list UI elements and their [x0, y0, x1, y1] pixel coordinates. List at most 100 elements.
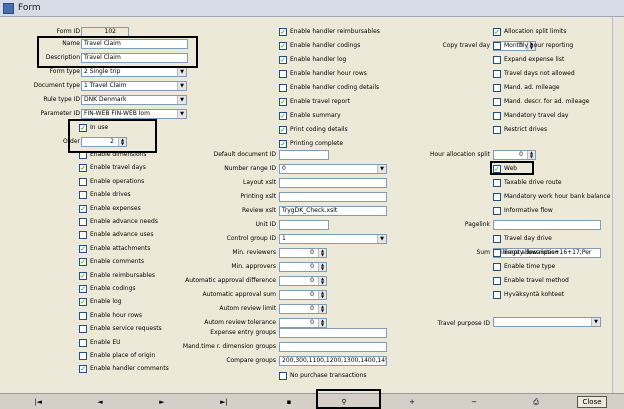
last-record-icon[interactable]: ►| [216, 396, 232, 408]
chevron-down-icon[interactable]: ▼ [177, 82, 186, 90]
review-xslt-field[interactable]: TrygDK_Check.xslt [279, 206, 387, 216]
min-approvers-stepper[interactable]: 0 ▲ ▼ [279, 262, 327, 272]
monthly-hour-reporting-checkbox[interactable]: Monthly hour reporting [493, 41, 573, 51]
hyv-ksynt-kohteet-label: Hyväksyntä kohteet [504, 291, 565, 298]
mand-ad-mileage-checkbox[interactable]: Mand. ad. mileage [493, 83, 560, 93]
enable-expenses-checkbox[interactable]: ✓ Enable expenses [79, 204, 141, 214]
print-coding-details-checkbox[interactable]: ✓ Print coding details [279, 125, 348, 135]
autom-review-tolerance-stepper[interactable]: 0 ▲ ▼ [279, 318, 327, 328]
save-icon[interactable]: ▪ [281, 396, 297, 408]
enable-advance-needs-checkbox[interactable]: Enable advance needs [79, 217, 158, 227]
auto-approval-sum-stepper[interactable]: 0 ▲ ▼ [279, 290, 327, 300]
spin-arrows-icon[interactable]: ▲ ▼ [318, 277, 326, 285]
vertical-scrollbar[interactable] [612, 17, 624, 393]
enable-advance-uses-checkbox[interactable]: Enable advance uses [79, 230, 154, 240]
restrict-drives-checkbox[interactable]: Restrict drives [493, 125, 547, 135]
pagelink-field[interactable] [493, 220, 601, 230]
autom-review-limit-stepper[interactable]: 0 ▲ ▼ [279, 304, 327, 314]
hour-allocation-split-stepper[interactable]: 0 ▲ ▼ [493, 150, 536, 160]
spin-arrows-icon[interactable]: ▲ ▼ [318, 305, 326, 313]
travel-days-not-allowed-checkbox[interactable]: Travel days not allowed [493, 69, 575, 79]
previous-record-icon[interactable]: ◄ [92, 396, 108, 408]
enable-travel-method-checkbox[interactable]: Enable travel method [493, 276, 569, 286]
autom-review-limit-value: 0 [310, 305, 314, 312]
enable-travel-days-checkbox[interactable]: ✓ Enable travel days [79, 163, 146, 173]
spin-arrows-icon[interactable]: ▲ ▼ [318, 249, 326, 257]
min-reviewers-value: 0 [310, 249, 314, 256]
enable-drives-checkbox[interactable]: Enable drives [79, 190, 131, 200]
close-button[interactable]: Close [577, 396, 607, 408]
empty-description-checkbox[interactable]: Empty description [493, 248, 559, 258]
chevron-down-icon[interactable]: ▼ [377, 235, 386, 243]
spin-arrows-icon[interactable]: ▲ ▼ [527, 151, 535, 159]
first-record-icon[interactable]: |◄ [30, 396, 46, 408]
enable-summary-checkbox[interactable]: ✓ Enable summary [279, 111, 341, 121]
number-range-id-select[interactable]: 0 ▼ [279, 164, 387, 174]
enable-place-of-origin-checkbox[interactable]: Enable place of origin [79, 351, 155, 361]
printing-complete-checkbox[interactable]: ✓ Printing complete [279, 139, 343, 149]
enable-handler-reimbursables-checkbox[interactable]: ✓ Enable handler reimbursables [279, 27, 380, 37]
hyv-ksynt-kohteet-checkbox[interactable]: Hyväksyntä kohteet [493, 290, 564, 300]
spin-arrows-icon[interactable]: ▲ ▼ [318, 263, 326, 271]
enable-log-checkbox[interactable]: ✓ Enable log [79, 297, 122, 307]
chevron-down-icon[interactable]: ▼ [177, 110, 186, 118]
printing-xslt-field[interactable] [279, 192, 387, 202]
document-type-select[interactable]: 1 Travel Claim ▼ [81, 81, 187, 91]
no-purchase-transactions-checkbox[interactable]: No purchase transactions [279, 371, 367, 381]
mandatory-travel-day-checkbox[interactable]: Mandatory travel day [493, 111, 568, 121]
mand-ad-mileage-label: Mand. ad. mileage [504, 84, 560, 91]
informative-flow-checkbox[interactable]: Informative flow [493, 206, 553, 216]
enable-advance-uses-label: Enable advance uses [90, 231, 154, 239]
auto-approval-diff-value: 0 [310, 277, 314, 284]
document-type-label: Document type [33, 82, 80, 89]
form-type-select[interactable]: 2 Single trip ▼ [81, 67, 187, 77]
travel-purpose-id-select[interactable]: ▼ [493, 317, 601, 327]
enable-travel-report-checkbox[interactable]: ✓ Enable travel report [279, 97, 350, 107]
enable-handler-log-checkbox[interactable]: ✓ Enable handler log [279, 55, 346, 65]
default-document-id-label: Default document ID [213, 151, 276, 158]
default-document-id-field[interactable] [279, 150, 329, 160]
next-record-icon[interactable]: ► [154, 396, 170, 408]
enable-eu-checkbox[interactable]: Enable EU [79, 338, 121, 348]
enable-reimbursables-checkbox[interactable]: ✓ Enable reimbursables [79, 271, 155, 281]
chevron-down-icon[interactable]: ▼ [177, 96, 186, 104]
chevron-down-icon[interactable]: ▼ [591, 318, 600, 326]
add-record-icon[interactable]: + [404, 396, 420, 408]
expand-expense-list-checkbox[interactable]: Expand expense list [493, 55, 564, 65]
chevron-down-icon[interactable]: ▼ [377, 165, 386, 173]
expense-entry-groups-field[interactable] [279, 328, 387, 338]
allocation-split-limits-checkbox[interactable]: ✓ Allocation split limits [493, 27, 566, 37]
chevron-down-icon[interactable]: ▼ [177, 68, 186, 76]
print-icon[interactable]: ⎙ [528, 396, 544, 408]
unit-id-field[interactable] [279, 220, 329, 230]
enable-handler-hour-rows-checkbox[interactable]: Enable handler hour rows [279, 69, 367, 79]
enable-operations-checkbox[interactable]: Enable operations [79, 177, 144, 187]
spin-arrows-icon[interactable]: ▲ ▼ [318, 319, 326, 327]
layout-xslt-field[interactable] [279, 178, 387, 188]
enable-codings-checkbox[interactable]: ✓ Enable codings [79, 284, 136, 294]
enable-comments-checkbox[interactable]: ✓ Enable comments [79, 257, 144, 267]
control-group-id-select[interactable]: 1 ▼ [279, 234, 387, 244]
checkmark-icon: ✓ [279, 98, 287, 106]
number-range-id-value: 0 [282, 165, 286, 172]
travel-day-drive-checkbox[interactable]: Travel day drive [493, 234, 552, 244]
mand-descr-for-ad-mileage-checkbox[interactable]: Mand. descr. for ad. mileage [493, 97, 589, 107]
enable-hour-rows-checkbox[interactable]: Enable hour rows [79, 311, 142, 321]
enable-handler-codings-checkbox[interactable]: ✓ Enable handler codings [279, 41, 360, 51]
enable-place-of-origin-label: Enable place of origin [90, 352, 156, 359]
spin-arrows-icon[interactable]: ▲ ▼ [318, 291, 326, 299]
mandatory-work-hour-bank-balance-checkbox[interactable]: Mandatory work hour bank balance [493, 192, 610, 202]
enable-handler-coding-details-checkbox[interactable]: Enable handler coding details [279, 83, 379, 93]
min-reviewers-stepper[interactable]: 0 ▲ ▼ [279, 248, 327, 258]
rule-type-id-select[interactable]: DNK Denmark ▼ [81, 95, 187, 105]
enable-log-label: Enable log [90, 298, 122, 306]
taxable-drive-route-checkbox[interactable]: Taxable drive route [493, 178, 562, 188]
parameter-id-select[interactable]: FIN-WEB FIN-WEB lom ▼ [81, 109, 187, 119]
compare-groups-field[interactable]: 200,300,1100,1200,1300,1400,1450,1500 [279, 356, 387, 366]
enable-service-requests-checkbox[interactable]: Enable service requests [79, 324, 162, 334]
enable-time-type-checkbox[interactable]: Enable time type [493, 262, 555, 272]
enable-attachments-checkbox[interactable]: ✓ Enable attachments [79, 244, 150, 254]
mand-time-dimension-groups-field[interactable] [279, 342, 387, 352]
auto-approval-diff-stepper[interactable]: 0 ▲ ▼ [279, 276, 327, 286]
delete-record-icon[interactable]: − [466, 396, 482, 408]
